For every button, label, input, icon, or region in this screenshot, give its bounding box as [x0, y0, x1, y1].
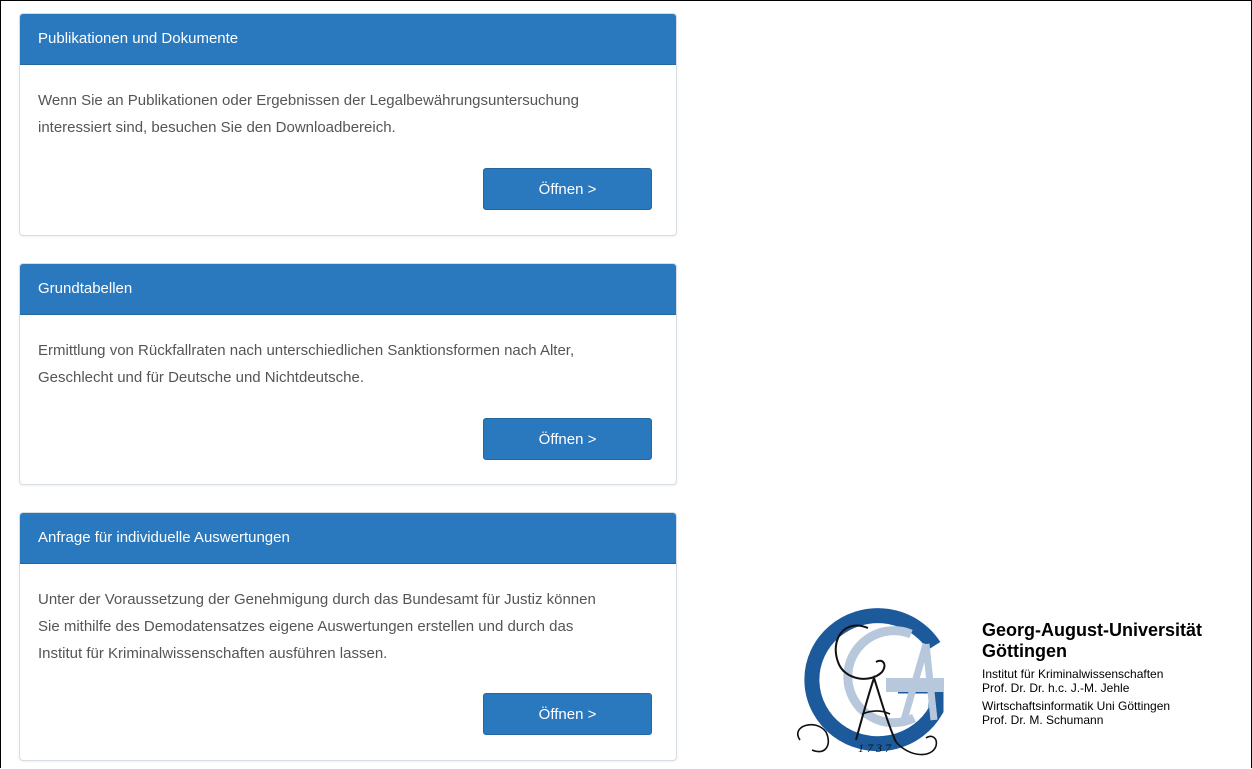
university-name-line2: Göttingen — [982, 641, 1067, 661]
university-text-block: Georg-August-Universität Göttingen Insti… — [982, 620, 1247, 727]
university-seal-icon: 1 7 3 7 — [797, 608, 944, 756]
panel-body: Unter der Voraussetzung der Genehmigung … — [20, 564, 676, 667]
panel-text-line: Wenn Sie an Publikationen oder Ergebniss… — [38, 92, 579, 109]
panel-text-line: Institut für Kriminalwissenschaften ausf… — [38, 645, 388, 662]
open-publications-button[interactable]: Öffnen > — [483, 168, 652, 210]
panel-text-line: interessiert sind, besuchen Sie den Down… — [38, 119, 396, 136]
professor-line: Prof. Dr. M. Schumann — [982, 713, 1104, 727]
panel-base-tables: Grundtabellen Ermittlung von Rückfallrat… — [19, 263, 677, 485]
institute-line: Institut für Kriminalwissenschaften — [982, 667, 1164, 681]
open-individual-analysis-button[interactable]: Öffnen > — [483, 693, 652, 735]
panel-text-line: Geschlecht und für Deutsche und Nichtdeu… — [38, 369, 365, 386]
panel-individual-analysis: Anfrage für individuelle Auswertungen Un… — [19, 512, 677, 761]
panel-text-line: Ermittlung von Rückfallraten nach unters… — [38, 342, 575, 359]
panel-text-line: Sie mithilfe des Demodatensatzes eigene … — [38, 618, 574, 635]
professor-line: Prof. Dr. Dr. h.c. J.-M. Jehle — [982, 681, 1130, 695]
panel-body: Ermittlung von Rückfallraten nach unters… — [20, 315, 676, 391]
open-base-tables-button[interactable]: Öffnen > — [483, 418, 652, 460]
panel-publications: Publikationen und Dokumente Wenn Sie an … — [19, 13, 677, 236]
university-name-line1: Georg-August-Universität — [982, 620, 1203, 640]
panel-body: Wenn Sie an Publikationen oder Ergebniss… — [20, 65, 676, 141]
panel-title: Grundtabellen — [20, 264, 676, 315]
panel-title: Publikationen und Dokumente — [20, 14, 676, 65]
department-line: Wirtschaftsinformatik Uni Göttingen — [982, 699, 1171, 713]
panel-title: Anfrage für individuelle Auswertungen — [20, 513, 676, 564]
seal-year: 1 7 3 7 — [858, 741, 892, 755]
panel-text-line: Unter der Voraussetzung der Genehmigung … — [38, 591, 596, 608]
